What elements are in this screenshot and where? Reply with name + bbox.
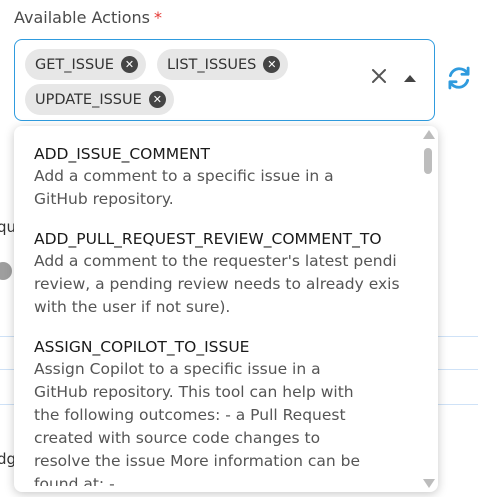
close-circle-icon[interactable]: ✕: [120, 56, 138, 73]
chip-label: UPDATE_ISSUE: [35, 91, 142, 108]
options-dropdown: ADD_ISSUE_COMMENT Add a comment to a spe…: [14, 126, 438, 492]
option-title: ADD_PULL_REQUEST_REVIEW_COMMENT_TO: [34, 230, 382, 248]
chip-update-issue: UPDATE_ISSUE ✕: [25, 84, 174, 115]
actions-form: qu dg Available Actions * GET_ISSUE ✕ LIS…: [0, 0, 478, 497]
caret-up-icon[interactable]: [404, 75, 416, 82]
close-circle-icon[interactable]: ✕: [148, 91, 166, 108]
scroll-up-arrow-icon[interactable]: [423, 130, 435, 139]
scroll-thumb[interactable]: [424, 148, 432, 174]
close-circle-icon[interactable]: ✕: [263, 56, 281, 73]
chip-label: GET_ISSUE: [35, 56, 114, 73]
scrollbar[interactable]: [422, 130, 435, 488]
background-toggle: [0, 262, 12, 280]
option-add-issue-comment[interactable]: ADD_ISSUE_COMMENT Add a comment to a spe…: [34, 143, 420, 211]
option-description: Add a comment to the requester's latest …: [34, 252, 400, 316]
close-icon[interactable]: [369, 66, 389, 86]
required-mark: *: [153, 8, 162, 27]
option-description: Assign Copilot to a specific issue in a …: [34, 360, 361, 486]
option-assign-copilot-to-issue[interactable]: ASSIGN_COPILOT_TO_ISSUE Assign Copilot t…: [34, 336, 420, 486]
option-description: Add a comment to a specific issue in a G…: [34, 167, 334, 208]
option-title: ADD_ISSUE_COMMENT: [34, 145, 210, 163]
field-label: Available Actions *: [14, 8, 162, 27]
scroll-down-arrow-icon[interactable]: [423, 479, 435, 488]
field-label-text: Available Actions: [14, 8, 150, 27]
option-title: ASSIGN_COPILOT_TO_ISSUE: [34, 338, 250, 356]
chip-label: LIST_ISSUES: [167, 56, 257, 73]
option-add-pull-request-review-comment[interactable]: ADD_PULL_REQUEST_REVIEW_COMMENT_TO Add a…: [34, 228, 420, 319]
refresh-icon[interactable]: [445, 64, 473, 92]
actions-multiselect[interactable]: GET_ISSUE ✕ LIST_ISSUES ✕ UPDATE_ISSUE ✕: [14, 39, 435, 121]
chip-get-issue: GET_ISSUE ✕: [25, 49, 146, 80]
chip-list-issues: LIST_ISSUES ✕: [157, 49, 289, 80]
